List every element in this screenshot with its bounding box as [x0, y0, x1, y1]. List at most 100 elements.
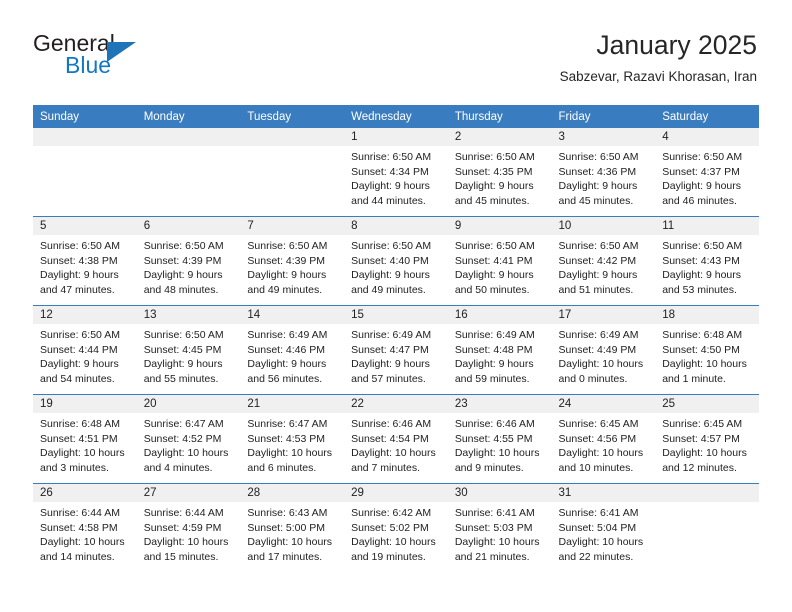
calendar-day-cell[interactable]: 3 Sunrise: 6:50 AM Sunset: 4:36 PM Daylight…	[551, 128, 656, 217]
day-cell-inner: 10 Sunrise: 6:50 AM Sunset: 4:42 PM Dayligh…	[551, 217, 656, 305]
day-cell-inner: 30 Sunrise: 6:41 AM Sunset: 5:03 PM Dayligh…	[447, 484, 552, 572]
daylight-duration-line1: Daylight: 10 hours	[558, 358, 644, 371]
day-details: Sunrise: 6:50 AM Sunset: 4:35 PM Daylight:…	[448, 146, 552, 208]
day-number: 18	[655, 306, 759, 324]
day-cell-inner: 15 Sunrise: 6:49 AM Sunset: 4:47 PM Dayligh…	[344, 306, 448, 394]
day-details: Sunrise: 6:47 AM Sunset: 4:52 PM Daylight:…	[137, 413, 241, 475]
sunset-time: Sunset: 4:58 PM	[40, 521, 118, 534]
daylight-duration-line1: Daylight: 9 hours	[40, 358, 119, 371]
day-number: 12	[33, 306, 137, 324]
day-details: Sunrise: 6:50 AM Sunset: 4:43 PM Daylight:…	[655, 235, 759, 297]
daylight-duration-line2: and 57 minutes.	[351, 372, 426, 385]
calendar-day-cell[interactable]: 30 Sunrise: 6:41 AM Sunset: 5:03 PM Dayligh…	[447, 483, 552, 572]
calendar-day-cell[interactable]: 19 Sunrise: 6:48 AM Sunset: 4:51 PM Dayligh…	[33, 394, 137, 484]
calendar-day-cell[interactable]: 12 Sunrise: 6:50 AM Sunset: 4:44 PM Dayligh…	[33, 305, 137, 395]
daylight-duration-line2: and 56 minutes.	[247, 372, 323, 385]
sunset-time: Sunset: 4:53 PM	[247, 432, 326, 445]
calendar-day-cell[interactable]: 27 Sunrise: 6:44 AM Sunset: 4:59 PM Dayligh…	[136, 483, 241, 572]
calendar-day-cell[interactable]: 25 Sunrise: 6:45 AM Sunset: 4:57 PM Dayligh…	[655, 394, 759, 484]
sunset-time: Sunset: 4:45 PM	[143, 343, 222, 356]
day-number: 16	[447, 306, 552, 324]
sunrise-time: Sunrise: 6:50 AM	[454, 151, 535, 163]
calendar-day-cell[interactable]: 5 Sunrise: 6:50 AM Sunset: 4:38 PM Daylight…	[33, 216, 137, 306]
calendar-day-cell[interactable]: 24 Sunrise: 6:45 AM Sunset: 4:56 PM Dayligh…	[551, 394, 656, 484]
calendar-week-row: 19 Sunrise: 6:48 AM Sunset: 4:51 PM Dayligh…	[33, 394, 759, 484]
daylight-duration-line1: Daylight: 9 hours	[40, 269, 119, 282]
calendar-day-cell[interactable]: 18 Sunrise: 6:48 AM Sunset: 4:50 PM Dayligh…	[655, 305, 759, 395]
calendar-day-cell[interactable]: 14 Sunrise: 6:49 AM Sunset: 4:46 PM Dayligh…	[240, 305, 345, 395]
daylight-duration-line2: and 22 minutes.	[558, 550, 634, 563]
calendar-day-cell[interactable]: 15 Sunrise: 6:49 AM Sunset: 4:47 PM Dayligh…	[344, 305, 448, 395]
calendar-day-cell[interactable]: 1 Sunrise: 6:50 AM Sunset: 4:34 PM Daylight…	[344, 128, 448, 217]
day-details: Sunrise: 6:46 AM Sunset: 4:54 PM Daylight:…	[344, 413, 448, 475]
calendar-day-cell[interactable]: 26 Sunrise: 6:44 AM Sunset: 4:58 PM Dayligh…	[33, 483, 137, 572]
daylight-duration-line1: Daylight: 10 hours	[454, 536, 540, 549]
calendar-day-cell[interactable]: 28 Sunrise: 6:43 AM Sunset: 5:00 PM Dayligh…	[240, 483, 345, 572]
sunset-time: Sunset: 4:46 PM	[247, 343, 326, 356]
day-cell-inner: 17 Sunrise: 6:49 AM Sunset: 4:49 PM Dayligh…	[551, 306, 656, 394]
calendar-day-cell[interactable]: 17 Sunrise: 6:49 AM Sunset: 4:49 PM Dayligh…	[551, 305, 656, 395]
sunrise-time: Sunrise: 6:48 AM	[662, 329, 743, 341]
sunset-time: Sunset: 4:37 PM	[662, 165, 740, 178]
day-number: 30	[447, 484, 552, 502]
daylight-duration-line1: Daylight: 10 hours	[662, 358, 747, 371]
generalblue-logo[interactable]: General Blue	[33, 30, 263, 86]
daylight-duration-line1: Daylight: 10 hours	[351, 536, 436, 549]
day-details: Sunrise: 6:44 AM Sunset: 4:59 PM Daylight:…	[137, 502, 241, 564]
sunset-time: Sunset: 4:54 PM	[351, 432, 429, 445]
calendar-day-cell[interactable]: 4 Sunrise: 6:50 AM Sunset: 4:37 PM Daylight…	[655, 128, 759, 217]
day-number	[136, 128, 241, 146]
day-cell-inner: 3 Sunrise: 6:50 AM Sunset: 4:36 PM Daylight…	[551, 128, 656, 216]
calendar-day-cell-empty	[240, 128, 345, 217]
daylight-duration-line1: Daylight: 10 hours	[558, 536, 644, 549]
day-details: Sunrise: 6:49 AM Sunset: 4:46 PM Daylight:…	[240, 324, 344, 386]
sunrise-time: Sunrise: 6:45 AM	[662, 418, 743, 430]
page-header: General Blue January 2025 Sabzevar, Raza…	[33, 28, 757, 98]
calendar-day-cell[interactable]: 21 Sunrise: 6:47 AM Sunset: 4:53 PM Dayligh…	[240, 394, 345, 484]
calendar-day-cell[interactable]: 22 Sunrise: 6:46 AM Sunset: 4:54 PM Dayligh…	[344, 394, 448, 484]
calendar-day-cell[interactable]: 13 Sunrise: 6:50 AM Sunset: 4:45 PM Dayligh…	[136, 305, 241, 395]
day-details: Sunrise: 6:48 AM Sunset: 4:51 PM Daylight:…	[33, 413, 137, 475]
sunset-time: Sunset: 4:35 PM	[454, 165, 533, 178]
calendar-day-cell[interactable]: 16 Sunrise: 6:49 AM Sunset: 4:48 PM Dayligh…	[447, 305, 552, 395]
calendar-day-cell[interactable]: 23 Sunrise: 6:46 AM Sunset: 4:55 PM Dayligh…	[447, 394, 552, 484]
day-number	[33, 128, 137, 146]
calendar-day-cell[interactable]: 6 Sunrise: 6:50 AM Sunset: 4:39 PM Daylight…	[136, 216, 241, 306]
day-number: 5	[33, 217, 137, 235]
day-number: 24	[551, 395, 656, 413]
calendar-day-cell[interactable]: 11 Sunrise: 6:50 AM Sunset: 4:43 PM Dayligh…	[655, 216, 759, 306]
day-cell-inner: 1 Sunrise: 6:50 AM Sunset: 4:34 PM Daylight…	[344, 128, 448, 216]
day-number: 10	[551, 217, 656, 235]
calendar-day-cell[interactable]: 10 Sunrise: 6:50 AM Sunset: 4:42 PM Dayligh…	[551, 216, 656, 306]
day-cell-inner	[240, 128, 345, 216]
calendar-day-cell[interactable]: 20 Sunrise: 6:47 AM Sunset: 4:52 PM Dayligh…	[136, 394, 241, 484]
day-number: 19	[33, 395, 137, 413]
calendar-day-cell[interactable]: 9 Sunrise: 6:50 AM Sunset: 4:41 PM Daylight…	[447, 216, 552, 306]
day-number: 11	[655, 217, 759, 235]
sunrise-time: Sunrise: 6:45 AM	[558, 418, 639, 430]
page-subtitle-location: Sabzevar, Razavi Khorasan, Iran	[559, 69, 757, 84]
weekday-header-row: Sunday Monday Tuesday Wednesday Thursday Frid…	[33, 105, 759, 128]
day-cell-inner: 25 Sunrise: 6:45 AM Sunset: 4:57 PM Dayligh…	[655, 395, 759, 483]
daylight-duration-line1: Daylight: 10 hours	[143, 447, 229, 460]
weekday-header-monday: Monday	[136, 105, 241, 128]
calendar-day-cell[interactable]: 2 Sunrise: 6:50 AM Sunset: 4:35 PM Daylight…	[447, 128, 552, 217]
sunset-time: Sunset: 4:39 PM	[143, 254, 222, 267]
daylight-duration-line2: and 59 minutes.	[454, 372, 530, 385]
day-details: Sunrise: 6:49 AM Sunset: 4:47 PM Daylight:…	[344, 324, 448, 386]
sunset-time: Sunset: 5:02 PM	[351, 521, 429, 534]
calendar-day-cell[interactable]: 31 Sunrise: 6:41 AM Sunset: 5:04 PM Dayligh…	[551, 483, 656, 572]
sunset-time: Sunset: 4:34 PM	[351, 165, 429, 178]
calendar-day-cell[interactable]: 8 Sunrise: 6:50 AM Sunset: 4:40 PM Daylight…	[344, 216, 448, 306]
calendar-day-cell[interactable]: 29 Sunrise: 6:42 AM Sunset: 5:02 PM Dayligh…	[344, 483, 448, 572]
daylight-duration-line1: Daylight: 9 hours	[454, 269, 534, 282]
day-details: Sunrise: 6:50 AM Sunset: 4:40 PM Daylight:…	[344, 235, 448, 297]
calendar-day-cell[interactable]: 7 Sunrise: 6:50 AM Sunset: 4:39 PM Daylight…	[240, 216, 345, 306]
daylight-duration-line2: and 6 minutes.	[247, 461, 317, 474]
day-details: Sunrise: 6:47 AM Sunset: 4:53 PM Daylight:…	[240, 413, 344, 475]
day-cell-inner: 24 Sunrise: 6:45 AM Sunset: 4:56 PM Dayligh…	[551, 395, 656, 483]
daylight-duration-line1: Daylight: 10 hours	[558, 447, 644, 460]
daylight-duration-line1: Daylight: 9 hours	[558, 180, 638, 193]
daylight-duration-line2: and 10 minutes.	[558, 461, 634, 474]
weekday-header-saturday: Saturday	[655, 105, 759, 128]
